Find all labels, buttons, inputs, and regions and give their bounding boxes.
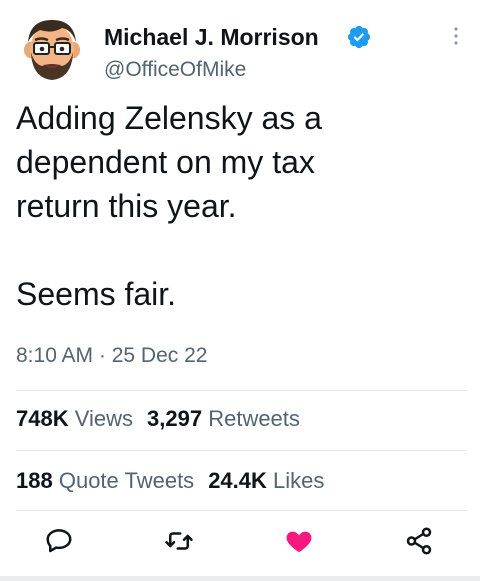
verified-badge-icon <box>347 25 371 49</box>
quote-tweets-label: Quote Tweets <box>58 468 195 493</box>
like-icon[interactable] <box>284 526 314 556</box>
more-options-icon[interactable] <box>446 24 466 48</box>
views-count: 748K <box>16 406 69 431</box>
avatar[interactable] <box>16 12 88 84</box>
likes-label: Likes <box>273 468 325 493</box>
stats-row-primary: 748K Views 3,297 Retweets <box>16 406 314 432</box>
views-label: Views <box>74 406 134 431</box>
quote-tweets-stat[interactable]: 188 Quote Tweets <box>16 468 194 493</box>
author-handle[interactable]: @OfficeOfMike <box>104 58 246 82</box>
bottom-bar <box>0 576 480 581</box>
tweet-timestamp[interactable]: 8:10 AM · 25 Dec 22 <box>16 344 207 368</box>
stats-row-secondary: 188 Quote Tweets 24.4K Likes <box>16 468 338 494</box>
tweet-header: Michael J. Morrison @OfficeOfMike <box>16 10 466 90</box>
divider <box>16 510 466 511</box>
bitmoji-avatar-icon <box>24 20 80 80</box>
views-stat[interactable]: 748K Views <box>16 406 133 431</box>
retweets-label: Retweets <box>208 406 300 431</box>
share-icon[interactable] <box>404 526 434 556</box>
tweet-time: 8:10 AM <box>16 344 94 367</box>
tweet-date: 25 Dec 22 <box>111 344 208 367</box>
reply-icon[interactable] <box>44 526 74 556</box>
tweet-card: Michael J. Morrison @OfficeOfMike Adding… <box>0 0 480 581</box>
divider <box>16 390 466 391</box>
timestamp-separator: · <box>93 344 112 367</box>
likes-count: 24.4K <box>208 468 267 493</box>
quote-tweets-count: 188 <box>16 468 53 493</box>
tweet-text: Adding Zelensky as a dependent on my tax… <box>16 100 322 312</box>
action-bar <box>0 522 480 562</box>
divider <box>16 450 466 451</box>
retweet-icon[interactable] <box>164 526 194 556</box>
author-name[interactable]: Michael J. Morrison <box>104 24 319 51</box>
retweets-count: 3,297 <box>147 406 203 431</box>
retweets-stat[interactable]: 3,297 Retweets <box>147 406 300 431</box>
likes-stat[interactable]: 24.4K Likes <box>208 468 324 493</box>
